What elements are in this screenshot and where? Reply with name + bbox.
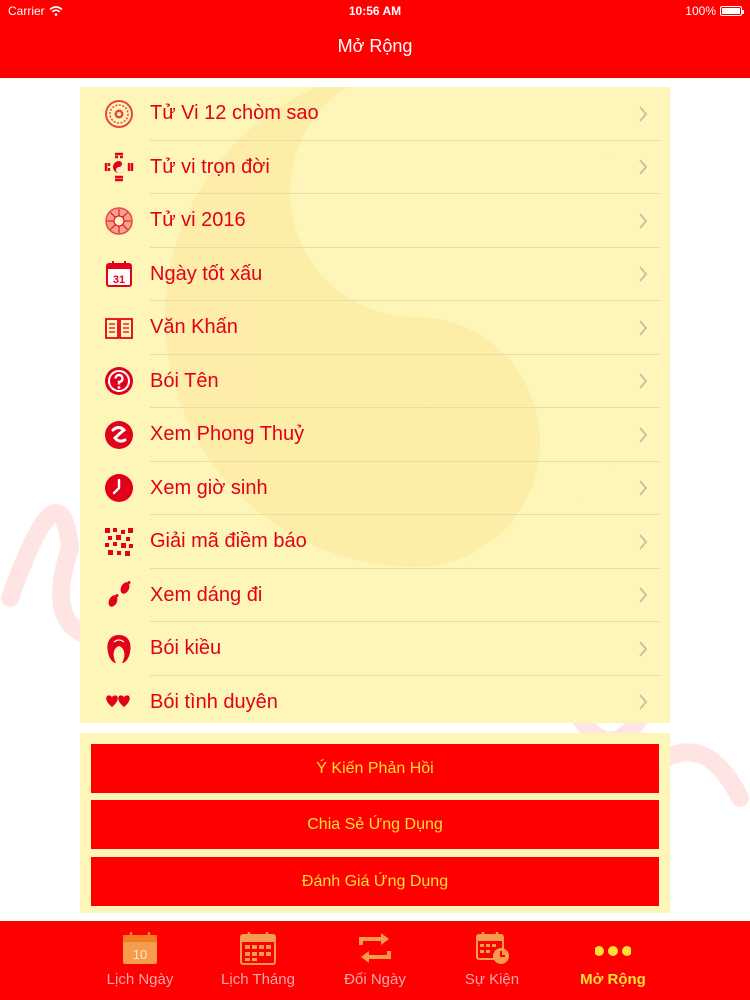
day-calendar-number: 10 bbox=[133, 947, 147, 962]
menu-item-label: Xem Phong Thuỷ bbox=[150, 423, 305, 446]
question-circle-icon bbox=[104, 366, 134, 396]
share-app-button[interactable]: Chia Sẻ Ứng Dụng bbox=[91, 800, 659, 849]
tab-label: Sự Kiện bbox=[464, 971, 520, 988]
page-title: Mở Rộng bbox=[337, 36, 413, 56]
clock-icon bbox=[104, 473, 134, 503]
battery-icon bbox=[720, 6, 744, 16]
zodiac-wheel-icon bbox=[104, 99, 134, 129]
open-book-icon bbox=[104, 313, 134, 343]
hair-icon bbox=[104, 634, 134, 664]
swap-arrows-icon bbox=[359, 933, 391, 963]
menu-item-label: Giải mã điềm báo bbox=[150, 530, 307, 553]
chevron-right-icon bbox=[639, 320, 648, 336]
menu-item-label: Bói tình duyên bbox=[150, 690, 278, 713]
action-panel: Ý Kiến Phản Hồi Chia Sẻ Ứng Dụng Đánh Gi… bbox=[80, 733, 670, 913]
yin-yang-icon bbox=[104, 420, 134, 450]
tab-label: Đổi Ngày bbox=[344, 971, 406, 988]
tab-doi-ngay[interactable]: Đổi Ngày bbox=[315, 921, 435, 1000]
chevron-right-icon bbox=[639, 427, 648, 443]
tab-su-kien[interactable]: Sự Kiện bbox=[432, 921, 552, 1000]
menu-item-label: Bói Tên bbox=[150, 369, 219, 392]
menu-item-tu-vi-2016[interactable]: Tử vi 2016 bbox=[80, 194, 670, 248]
chevron-right-icon bbox=[639, 480, 648, 496]
feedback-button[interactable]: Ý Kiến Phản Hồi bbox=[91, 744, 659, 793]
menu-item-label: Bói kiều bbox=[150, 637, 222, 660]
astrology-chart-icon bbox=[104, 206, 134, 236]
menu-item-boi-ten[interactable]: Bói Tên bbox=[80, 355, 670, 409]
menu-item-label: Tử vi trọn đời bbox=[150, 155, 270, 178]
qr-pattern-icon bbox=[104, 527, 134, 557]
chevron-right-icon bbox=[639, 266, 648, 282]
hearts-icon bbox=[104, 687, 134, 717]
tab-mo-rong[interactable]: Mở Rộng bbox=[553, 921, 673, 1000]
battery-percent: 100% bbox=[685, 4, 716, 18]
bagua-icon bbox=[104, 152, 134, 182]
menu-item-tu-vi-tron-doi[interactable]: Tử vi trọn đời bbox=[80, 141, 670, 195]
footprints-icon bbox=[104, 580, 134, 610]
chevron-right-icon bbox=[639, 641, 648, 657]
tab-lich-thang[interactable]: Lịch Tháng bbox=[198, 921, 318, 1000]
menu-item-label: Ngày tốt xấu bbox=[150, 262, 263, 285]
tab-lich-ngay[interactable]: 10 Lịch Ngày bbox=[80, 921, 200, 1000]
chevron-right-icon bbox=[639, 159, 648, 175]
tab-bar: 10 Lịch Ngày Lịch Tháng Đổi Ngày Sự Kiện… bbox=[0, 921, 750, 1000]
menu-item-label: Tử vi 2016 bbox=[150, 209, 246, 232]
menu-item-boi-tinh-duyen[interactable]: Bói tình duyên bbox=[80, 676, 670, 724]
calendar-31-icon: 31 bbox=[104, 259, 134, 289]
tab-label: Lịch Ngày bbox=[106, 971, 174, 988]
chevron-right-icon bbox=[639, 694, 648, 710]
more-dots-icon bbox=[595, 946, 631, 956]
menu-item-xem-dang-di[interactable]: Xem dáng đi bbox=[80, 569, 670, 623]
tab-label: Mở Rộng bbox=[580, 971, 646, 988]
extensions-menu-panel: Tử Vi 12 chòm sao Tử vi trọn đời Tử vi 2… bbox=[80, 87, 670, 723]
menu-item-label: Xem giờ sinh bbox=[150, 476, 268, 499]
menu-item-label: Xem dáng đi bbox=[150, 583, 263, 606]
menu-item-label: Văn Khấn bbox=[150, 316, 238, 339]
menu-item-giai-ma-diem-bao[interactable]: Giải mã điềm báo bbox=[80, 515, 670, 569]
month-calendar-icon bbox=[240, 932, 276, 965]
status-bar: Carrier 10:56 AM 100% bbox=[0, 0, 750, 22]
chevron-right-icon bbox=[639, 373, 648, 389]
svg-text:31: 31 bbox=[113, 274, 125, 286]
tab-label: Lịch Tháng bbox=[221, 971, 295, 988]
menu-list: Tử Vi 12 chòm sao Tử vi trọn đời Tử vi 2… bbox=[80, 87, 670, 723]
menu-item-label: Tử Vi 12 chòm sao bbox=[150, 102, 319, 125]
menu-item-ngay-tot-xau[interactable]: 31 Ngày tốt xấu bbox=[80, 248, 670, 302]
status-time: 10:56 AM bbox=[348, 4, 402, 18]
menu-item-van-khan[interactable]: Văn Khấn bbox=[80, 301, 670, 355]
menu-item-xem-phong-thuy[interactable]: Xem Phong Thuỷ bbox=[80, 408, 670, 462]
navigation-bar: Carrier 10:56 AM 100% Mở Rộng bbox=[0, 0, 750, 78]
day-calendar-icon: 10 bbox=[123, 932, 157, 964]
menu-item-boi-kieu[interactable]: Bói kiều bbox=[80, 622, 670, 676]
menu-item-xem-gio-sinh[interactable]: Xem giờ sinh bbox=[80, 462, 670, 516]
event-calendar-icon bbox=[476, 932, 509, 964]
rate-app-button[interactable]: Đánh Giá Ứng Dụng bbox=[91, 857, 659, 906]
menu-item-tu-vi-12-chom-sao[interactable]: Tử Vi 12 chòm sao bbox=[80, 87, 670, 141]
chevron-right-icon bbox=[639, 534, 648, 550]
chevron-right-icon bbox=[639, 587, 648, 603]
chevron-right-icon bbox=[639, 213, 648, 229]
chevron-right-icon bbox=[639, 106, 648, 122]
